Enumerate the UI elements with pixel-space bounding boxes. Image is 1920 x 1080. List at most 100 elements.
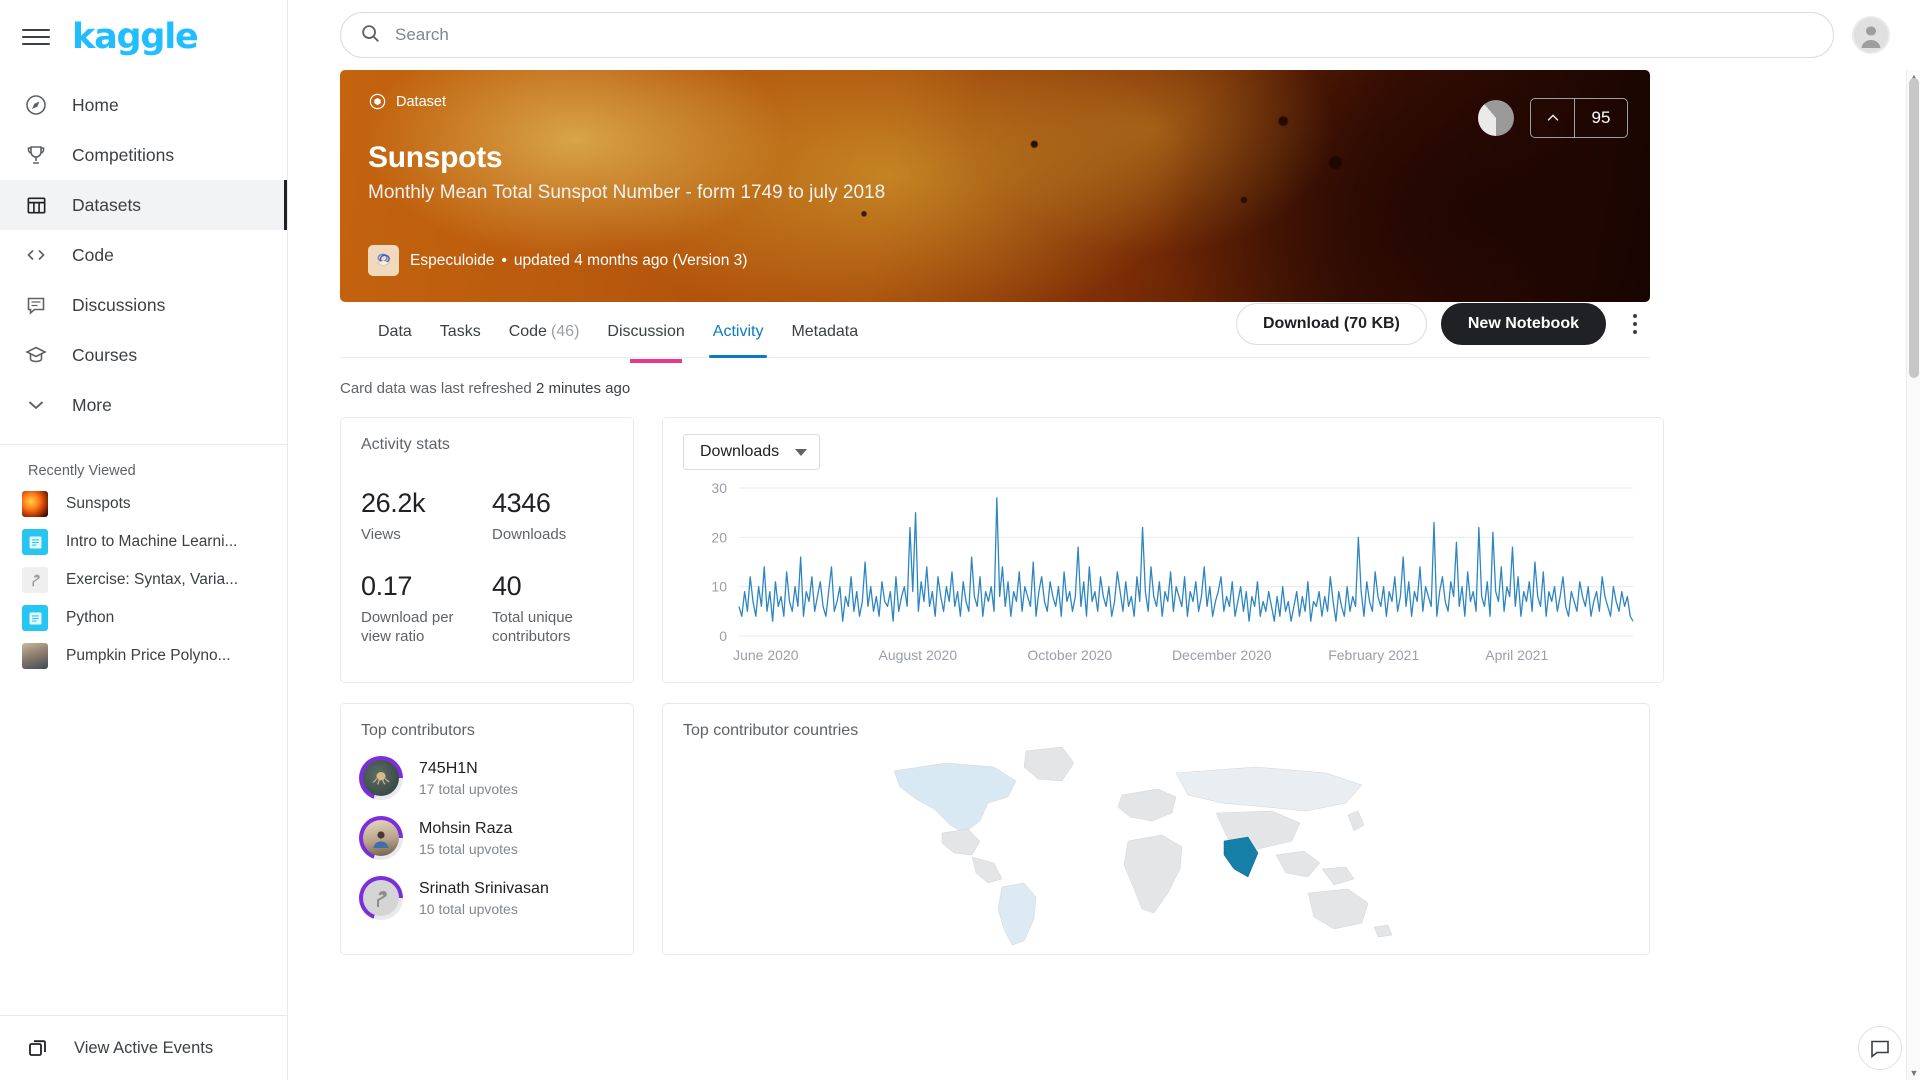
stat-label: Downloads — [492, 526, 567, 543]
stat-download-per-view-ratio: 0.17 Download per view ratio — [361, 571, 482, 647]
stat-value: 0.17 — [361, 570, 412, 601]
page-scrollbar[interactable]: ▲ ▼ — [1906, 70, 1920, 1080]
recent-item-sunspots[interactable]: Sunspots — [0, 485, 287, 523]
recently-viewed-list: Sunspots Intro to Machine Learni... Exer… — [0, 485, 287, 675]
stat-total-unique-contributors: 40 Total unique contributors — [492, 571, 613, 647]
user-avatar[interactable] — [1852, 16, 1890, 54]
recent-item-intro-to-machine-learning[interactable]: Intro to Machine Learni... — [0, 523, 287, 561]
contributor-info: 745H1N 17 total upvotes — [419, 760, 518, 797]
course-thumb-icon — [22, 605, 48, 631]
contributor-progress-ring — [359, 756, 403, 800]
recent-item-pumpkin-price[interactable]: Pumpkin Price Polyno... — [0, 637, 287, 675]
upvote-count: 95 — [1591, 108, 1611, 127]
tab-code[interactable]: Code (46) — [497, 323, 592, 357]
contributor-name: Srinath Srinivasan — [419, 879, 549, 897]
contributor-name: Mohsin Raza — [419, 819, 513, 837]
tab-count: (46) — [550, 323, 580, 340]
svg-text:February 2021: February 2021 — [1328, 647, 1419, 663]
dataset-chip-label: Dataset — [396, 93, 446, 110]
contributor-info: Mohsin Raza 15 total upvotes — [419, 820, 518, 857]
more-options-icon[interactable] — [1620, 306, 1650, 342]
stat-downloads: 4346 Downloads — [492, 488, 613, 545]
scroll-down-arrow-icon[interactable]: ▼ — [1907, 1066, 1920, 1080]
chart-metric-select[interactable]: Downloads — [683, 434, 821, 470]
tab-label: Tasks — [439, 323, 481, 340]
search-bar[interactable] — [340, 12, 1834, 58]
recent-item-exercise-syntax[interactable]: Exercise: Syntax, Varia... — [0, 561, 287, 599]
sidebar-item-label: Discussions — [72, 294, 166, 315]
trophy-icon — [22, 141, 50, 169]
sun-thumb-icon — [22, 491, 48, 517]
scroll-thumb[interactable] — [1909, 78, 1919, 378]
svg-text:0: 0 — [719, 628, 727, 644]
new-notebook-button[interactable]: New Notebook — [1440, 303, 1606, 345]
download-button[interactable]: Download (70 KB) — [1235, 303, 1427, 345]
help-chat-button[interactable] — [1858, 1026, 1902, 1070]
goose-avatar-icon — [363, 880, 399, 916]
tab-metadata[interactable]: Metadata — [779, 323, 870, 357]
top-contributors-list: 745H1N 17 total upvotes Mohsin Raza 15 t… — [341, 740, 633, 920]
search-icon — [359, 22, 381, 49]
dataset-actions: Download (70 KB) New Notebook — [1235, 303, 1650, 357]
upvote-widget[interactable]: 95 — [1530, 98, 1628, 138]
contributor-row[interactable]: 745H1N 17 total upvotes — [359, 756, 615, 800]
graduation-cap-icon — [22, 341, 50, 369]
author-name[interactable]: Especuloide — [410, 252, 494, 269]
contributor-row[interactable]: Srinath Srinivasan 10 total upvotes — [359, 876, 615, 920]
tab-discussion[interactable]: Discussion — [595, 323, 696, 357]
goose-thumb-icon — [22, 567, 48, 593]
svg-text:August 2020: August 2020 — [878, 647, 957, 663]
kaggle-logo[interactable]: kaggle — [72, 19, 199, 55]
tab-activity[interactable]: Activity — [701, 323, 776, 358]
dataset-updated: updated 4 months ago (Version 3) — [513, 251, 748, 269]
dataset-author-row[interactable]: Especuloide • updated 4 months ago (Versio… — [368, 245, 1622, 276]
sidebar-item-discussions[interactable]: Discussions — [0, 280, 287, 330]
top-bar — [288, 0, 1920, 70]
svg-text:20: 20 — [711, 529, 727, 545]
recently-viewed-heading: Recently Viewed — [28, 463, 136, 479]
contributor-info: Srinath Srinivasan 10 total upvotes — [419, 880, 549, 917]
tab-tasks[interactable]: Tasks — [428, 323, 493, 357]
tab-label: Activity — [712, 323, 764, 340]
sidebar-item-datasets[interactable]: Datasets — [0, 180, 287, 230]
sidebar-item-more[interactable]: More — [0, 380, 287, 430]
sidebar: kaggle Home Competitions Datasets Code D… — [0, 0, 288, 1080]
tab-label: Metadata — [791, 323, 859, 340]
hamburger-menu-icon[interactable] — [22, 23, 50, 51]
person-thumb-icon — [22, 643, 48, 669]
svg-text:30: 30 — [711, 480, 727, 496]
dataset-tabs: Data Tasks Code(46) Discussion Activity — [340, 301, 870, 358]
sidebar-item-home[interactable]: Home — [0, 80, 287, 130]
world-map-svg — [893, 746, 1393, 945]
sidebar-item-courses[interactable]: Courses — [0, 330, 287, 380]
top-contributors-title: Top contributors — [361, 722, 475, 739]
sidebar-item-label: Datasets — [72, 194, 142, 215]
svg-text:April 2021: April 2021 — [1485, 647, 1548, 663]
chevron-down-icon — [22, 391, 50, 419]
sidebar-header: kaggle — [0, 0, 287, 74]
sidebar-item-competitions[interactable]: Competitions — [0, 130, 287, 180]
dataset-author-meta: Especuloide • updated 4 months ago (Versio… — [410, 252, 747, 270]
contributor-row[interactable]: Mohsin Raza 15 total upvotes — [359, 816, 615, 860]
svg-text:10: 10 — [711, 579, 727, 595]
sidebar-item-code[interactable]: Code — [0, 230, 287, 280]
contributor-upvotes: 15 total upvotes — [419, 840, 518, 857]
recent-item-label: Intro to Machine Learni... — [66, 533, 238, 550]
author-separator: • — [501, 251, 507, 269]
usability-rating-icon[interactable] — [1478, 100, 1514, 136]
search-input[interactable] — [395, 25, 1815, 45]
main-area: Dataset Sunspots Monthly Mean Total Suns… — [288, 0, 1920, 1080]
activity-stats-title: Activity stats — [361, 436, 450, 453]
activity-chart-card: Downloads 0 10 20 30 June 2020 August 2020 Oct… — [662, 417, 1664, 683]
upvote-button[interactable] — [1531, 99, 1575, 137]
sidebar-nav: Home Competitions Datasets Code Discussi… — [0, 80, 287, 430]
view-active-events-button[interactable]: View Active Events — [0, 1016, 287, 1080]
stat-value: 40 — [492, 570, 522, 601]
stat-value: 4346 — [492, 488, 551, 518]
world-map[interactable] — [663, 734, 1649, 954]
recent-item-python[interactable]: Python — [0, 599, 287, 637]
table-icon — [22, 191, 50, 219]
recent-item-label: Pumpkin Price Polyno... — [66, 647, 231, 664]
tab-data[interactable]: Data — [366, 323, 424, 357]
svg-text:June 2020: June 2020 — [733, 647, 799, 663]
